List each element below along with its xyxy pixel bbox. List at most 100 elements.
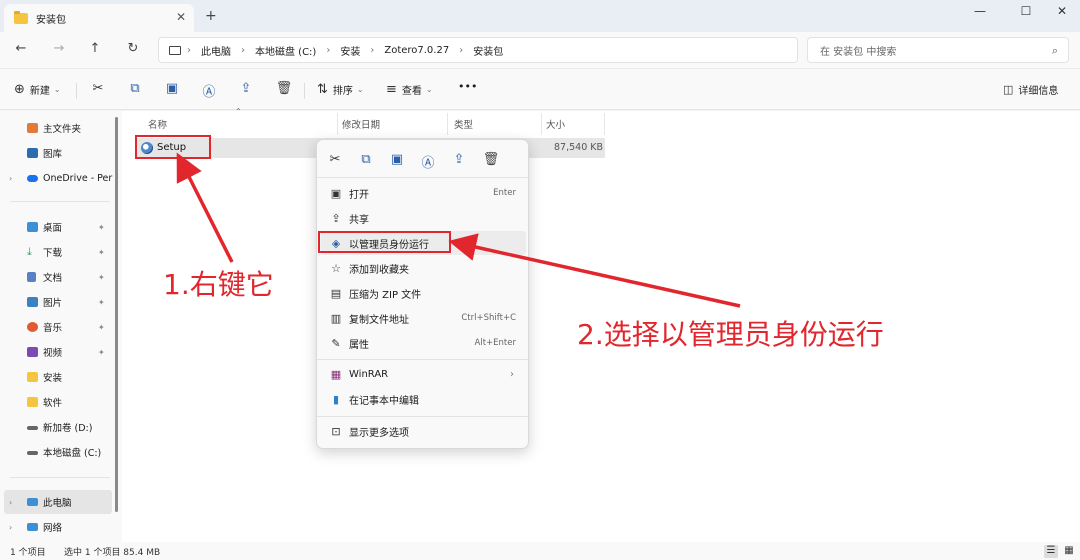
folder-icon xyxy=(27,397,38,407)
paste-icon[interactable]: ▣ xyxy=(388,152,406,167)
delete-icon[interactable]: 🗑 xyxy=(275,81,293,96)
divider xyxy=(10,477,110,478)
pin-icon: ✦ xyxy=(98,297,105,307)
pc-icon xyxy=(169,45,181,55)
breadcrumb[interactable]: › 此电脑 › 本地磁盘 (C:) › 安装 › Zotero7.0.27 › 安装包 xyxy=(158,37,798,63)
menu-item-copy-path[interactable]: ▥ 复制文件地址 Ctrl+Shift+C xyxy=(321,306,526,330)
breadcrumb-item[interactable]: 安装 › xyxy=(340,43,384,58)
sidebar-item-network[interactable]: › 网络 xyxy=(0,515,118,539)
menu-item-winrar[interactable]: ▦ WinRAR › xyxy=(321,362,526,386)
breadcrumb-item[interactable]: 本地磁盘 (C:) › xyxy=(255,43,340,58)
new-tab-button[interactable]: + xyxy=(205,8,217,24)
pin-icon: ✦ xyxy=(98,247,105,257)
rename-icon[interactable]: Ⓐ xyxy=(200,81,218,100)
plus-circle-icon: ⊕ xyxy=(14,82,25,97)
selection-info: 选中 1 个项目 85.4 MB xyxy=(64,548,161,558)
sidebar-item-onedrive[interactable]: › OneDrive - Per xyxy=(0,166,118,190)
tiles-view-icon[interactable]: ▦ xyxy=(1062,545,1076,558)
chevron-right-icon[interactable]: › xyxy=(9,498,12,507)
sidebar-item-downloads[interactable]: ⤓ 下载 ✦ xyxy=(0,240,118,264)
address-bar: ← → ↑ ↻ › 此电脑 › 本地磁盘 (C:) › 安装 › Zotero7.0.… xyxy=(0,32,1080,68)
sidebar-item-drive-c[interactable]: 本地磁盘 (C:) xyxy=(0,440,118,464)
breadcrumb-item[interactable]: 此电脑 › xyxy=(201,43,255,58)
pictures-icon xyxy=(27,297,38,307)
sidebar-item-home[interactable]: 主文件夹 xyxy=(0,116,118,140)
cloud-icon xyxy=(27,175,38,182)
maximize-button[interactable]: ☐ xyxy=(1016,4,1036,18)
forward-button[interactable]: → xyxy=(50,41,68,56)
refresh-button[interactable]: ↻ xyxy=(124,41,142,56)
network-icon xyxy=(27,523,38,531)
menu-item-properties[interactable]: ✎ 属性 Alt+Enter xyxy=(321,331,526,355)
column-header-name[interactable]: 名称 xyxy=(142,113,338,135)
sort-icon: ⇅ xyxy=(317,82,328,97)
share-icon: ⇪ xyxy=(331,211,341,225)
sidebar-scrollbar[interactable] xyxy=(115,117,118,512)
highlight-box-setup xyxy=(135,135,211,159)
chevron-right-icon[interactable]: › xyxy=(9,523,12,532)
share-icon[interactable]: ⇪ xyxy=(450,152,468,167)
sidebar-item-pictures[interactable]: 图片 ✦ xyxy=(0,290,118,314)
copy-icon[interactable]: ⧉ xyxy=(126,81,144,96)
new-button[interactable]: ⊕ 新建 ⌄ xyxy=(14,82,61,97)
home-icon xyxy=(27,123,38,133)
search-input[interactable]: 在 安装包 中搜索 ⌕ xyxy=(807,37,1069,63)
drive-icon xyxy=(27,451,38,455)
share-icon[interactable]: ⇪ xyxy=(237,81,255,96)
folder-icon xyxy=(27,372,38,382)
divider xyxy=(76,83,77,99)
file-size: 87,540 KB xyxy=(554,142,604,153)
pin-icon: ✦ xyxy=(98,322,105,332)
open-icon: ▣ xyxy=(330,186,342,200)
sidebar-item-this-pc[interactable]: › 此电脑 xyxy=(4,490,112,514)
sort-button[interactable]: ⇅ 排序 ⌄ xyxy=(317,82,364,97)
tab-close-icon[interactable]: ✕ xyxy=(176,10,186,24)
menu-item-show-more[interactable]: ⊡ 显示更多选项 xyxy=(321,419,526,443)
details-view-icon[interactable]: ☰ xyxy=(1044,545,1058,558)
sidebar-item-install[interactable]: 安装 xyxy=(0,365,118,389)
sidebar-item-software[interactable]: 软件 xyxy=(0,390,118,414)
drive-icon xyxy=(27,426,38,430)
sidebar-item-music[interactable]: 音乐 ✦ xyxy=(0,315,118,339)
sidebar-item-videos[interactable]: 视频 ✦ xyxy=(0,340,118,364)
menu-item-open[interactable]: ▣ 打开 Enter xyxy=(321,181,526,205)
highlight-box-run-as-admin xyxy=(318,231,451,253)
menu-item-add-favorites[interactable]: ☆ 添加到收藏夹 xyxy=(321,256,526,280)
view-button[interactable]: ≡ 查看 ⌄ xyxy=(386,82,433,97)
divider xyxy=(304,83,305,99)
notepad-icon: ▮ xyxy=(332,392,340,406)
tab-installer[interactable]: 安装包 ✕ xyxy=(4,4,194,32)
search-placeholder: 在 安装包 中搜索 xyxy=(820,46,897,58)
paste-icon[interactable]: ▣ xyxy=(163,81,181,96)
column-header-modified[interactable]: 修改日期 xyxy=(336,113,448,135)
chevron-right-icon: › xyxy=(510,368,514,380)
back-button[interactable]: ← xyxy=(12,41,30,56)
cut-icon[interactable]: ✂ xyxy=(89,81,107,96)
gallery-icon xyxy=(27,148,38,158)
cut-icon[interactable]: ✂ xyxy=(326,152,344,167)
minimize-button[interactable]: — xyxy=(970,4,990,18)
delete-icon[interactable]: 🗑 xyxy=(482,152,500,167)
chevron-right-icon[interactable]: › xyxy=(9,174,12,183)
command-bar: ⊕ 新建 ⌄ ✂ ⧉ ▣ Ⓐ ⇪ 🗑 ⇅ 排序 ⌄ ≡ 查看 ⌄ ••• ◫ 详… xyxy=(0,68,1080,110)
menu-item-edit-notepad[interactable]: ▮ 在记事本中编辑 xyxy=(321,387,526,411)
column-header-type[interactable]: 类型 xyxy=(448,113,542,135)
up-button[interactable]: ↑ xyxy=(86,41,104,56)
video-icon xyxy=(27,347,38,357)
sidebar-item-drive-d[interactable]: 新加卷 (D:) xyxy=(0,415,118,439)
rename-icon[interactable]: Ⓐ xyxy=(419,152,437,171)
breadcrumb-item[interactable]: 安装包 xyxy=(473,43,503,58)
sidebar-item-gallery[interactable]: 图库 xyxy=(0,141,118,165)
column-header-size[interactable]: 大小 xyxy=(540,113,605,135)
chevron-down-icon: ⌄ xyxy=(53,85,61,94)
copy-icon[interactable]: ⧉ xyxy=(357,152,375,167)
details-button[interactable]: ◫ 详细信息 xyxy=(1003,82,1058,97)
menu-item-compress-zip[interactable]: ▤ 压缩为 ZIP 文件 xyxy=(321,281,526,305)
more-options-icon: ⊡ xyxy=(331,424,341,438)
breadcrumb-item[interactable]: Zotero7.0.27 › xyxy=(384,45,473,56)
more-options-button[interactable]: ••• xyxy=(458,80,477,93)
close-button[interactable]: ✕ xyxy=(1052,4,1072,18)
sidebar-item-desktop[interactable]: 桌面 ✦ xyxy=(0,215,118,239)
sidebar-item-documents[interactable]: 文档 ✦ xyxy=(0,265,118,289)
menu-item-share[interactable]: ⇪ 共享 xyxy=(321,206,526,230)
